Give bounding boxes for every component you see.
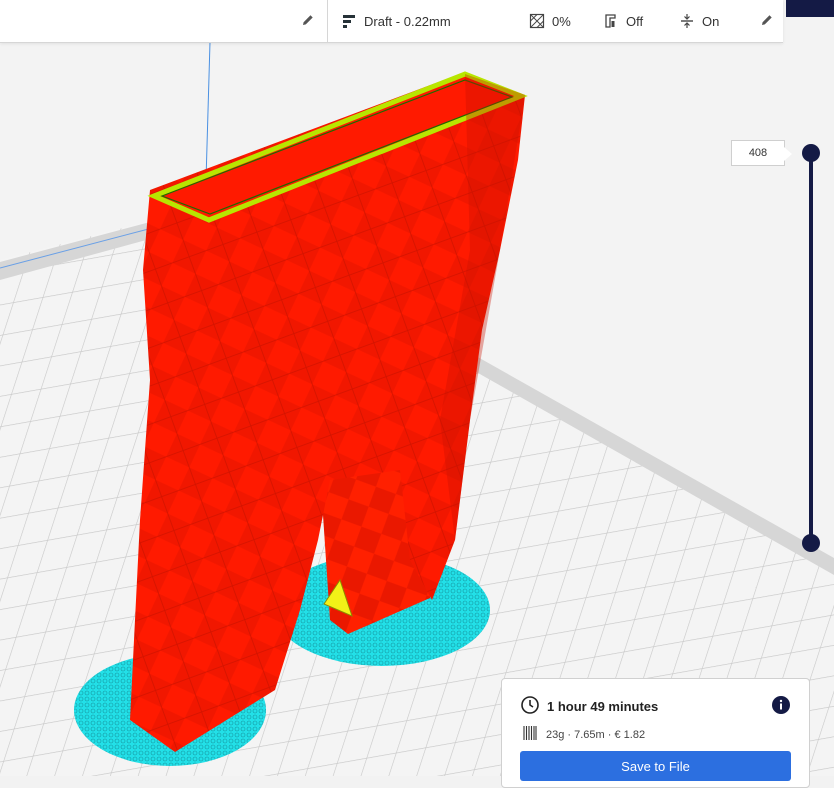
info-icon[interactable] (771, 695, 791, 715)
adhesion-setting[interactable]: On (679, 0, 719, 42)
current-layer-label[interactable]: 408 (731, 140, 792, 166)
layer-slider-top-handle[interactable] (802, 144, 820, 162)
support-icon (603, 13, 619, 29)
infill-icon (529, 13, 545, 29)
print-info-panel: 1 hour 49 minutes 23g · 7.65m · € 1.82 S… (501, 678, 810, 788)
profile-icon (341, 13, 357, 29)
edit-icon[interactable] (300, 12, 316, 28)
adhesion-value: On (702, 13, 720, 29)
header-corner (786, 0, 834, 17)
infill-setting[interactable]: 0% (529, 0, 571, 42)
adhesion-icon (679, 13, 695, 29)
toolbar-divider (327, 0, 328, 42)
profile-label: Draft - 0.22mm (364, 13, 451, 29)
layer-view-viewport[interactable] (0, 0, 834, 776)
layer-slider-bottom-handle[interactable] (802, 534, 820, 552)
support-setting[interactable]: Off (603, 0, 643, 42)
save-to-file-button[interactable]: Save to File (520, 751, 791, 781)
material-usage: 23g · 7.65m · € 1.82 (546, 728, 646, 741)
material-row: 23g · 7.65m · € 1.82 (522, 725, 645, 744)
print-time: 1 hour 49 minutes (547, 699, 659, 714)
infill-value: 0% (552, 13, 571, 29)
clock-icon (520, 695, 540, 718)
edit-icon[interactable] (759, 12, 775, 28)
spool-icon (522, 725, 538, 744)
print-time-row: 1 hour 49 minutes (520, 695, 658, 718)
layer-slider-track[interactable] (809, 153, 813, 543)
profile-selector[interactable]: Draft - 0.22mm (341, 0, 451, 42)
print-settings-bar: Draft - 0.22mm 0% Off On (0, 0, 783, 43)
support-value: Off (626, 13, 644, 29)
